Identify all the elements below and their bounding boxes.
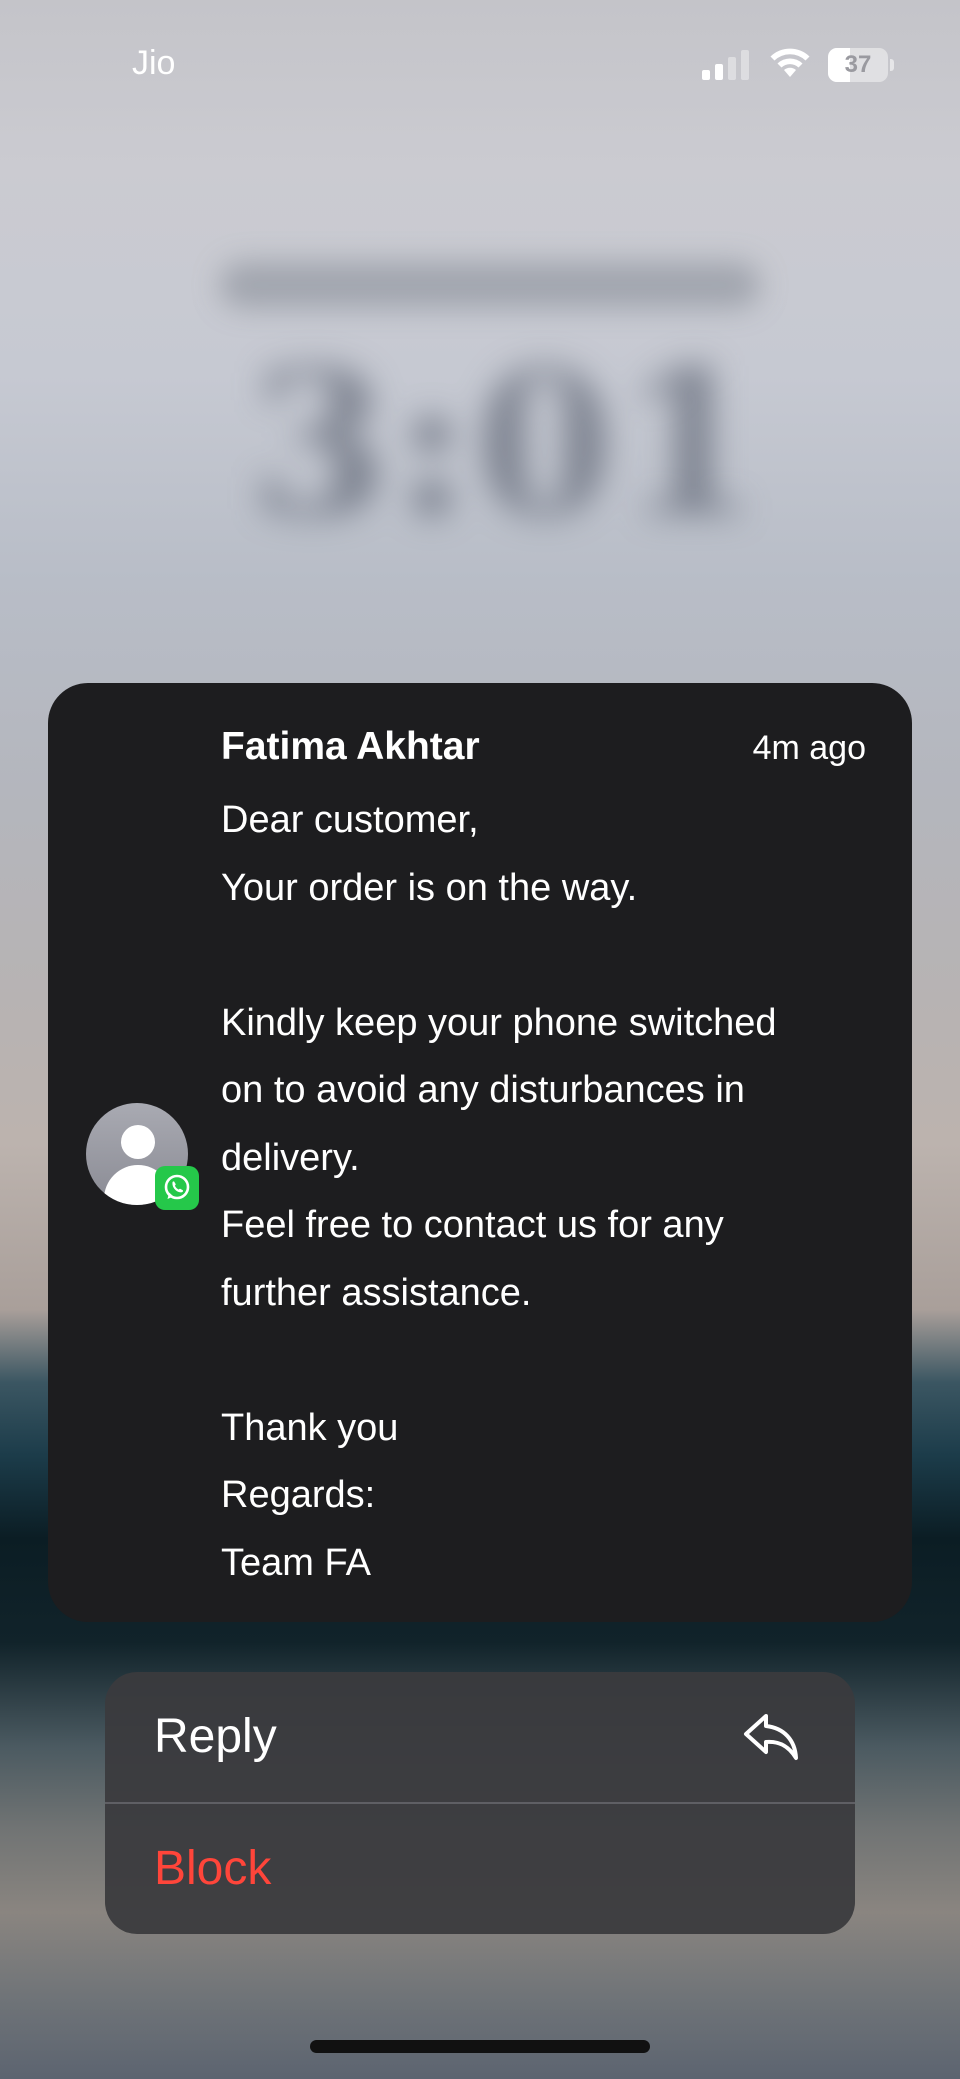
notification-card[interactable]: Fatima Akhtar 4m ago Dear customer, Your… bbox=[48, 683, 912, 1622]
message-line: further assistance. bbox=[221, 1271, 532, 1314]
whatsapp-icon bbox=[155, 1166, 199, 1210]
blurred-date-background bbox=[220, 262, 760, 308]
blurred-clock-background: 3:01 bbox=[250, 327, 766, 562]
home-indicator[interactable] bbox=[310, 2040, 650, 2053]
message-line: Dear customer, bbox=[221, 799, 479, 841]
message-line: Your order is on the way. bbox=[221, 866, 638, 909]
reply-arrow-icon bbox=[744, 1714, 798, 1760]
message-line: Thank you bbox=[221, 1406, 399, 1449]
message-line bbox=[221, 1327, 881, 1395]
message-line: Regards: bbox=[221, 1474, 376, 1516]
message-line: on to avoid any disturbances in bbox=[221, 1069, 745, 1111]
reply-label: Reply bbox=[154, 1710, 277, 1763]
carrier-name: Jio bbox=[132, 44, 176, 82]
message-body: Dear customer, Your order is on the way.… bbox=[221, 787, 881, 1597]
reply-button[interactable]: Reply bbox=[105, 1672, 855, 1802]
timestamp: 4m ago bbox=[752, 729, 866, 767]
signal-icon bbox=[702, 50, 749, 80]
sender-name: Fatima Akhtar bbox=[221, 725, 480, 768]
block-button[interactable]: Block bbox=[105, 1804, 855, 1934]
message-line: delivery. bbox=[221, 1136, 360, 1179]
wifi-icon bbox=[770, 48, 810, 77]
message-line: Feel free to contact us for any bbox=[221, 1204, 724, 1246]
status-bar: Jio 37 bbox=[0, 0, 960, 130]
battery-level: 37 bbox=[844, 51, 872, 78]
message-line: Team FA bbox=[221, 1541, 371, 1584]
notification-action-menu: Reply Block bbox=[105, 1672, 855, 1934]
message-line bbox=[221, 922, 881, 990]
battery-icon: 37 bbox=[828, 48, 894, 82]
block-label: Block bbox=[154, 1842, 272, 1895]
message-line: Kindly keep your phone switched bbox=[221, 1001, 777, 1044]
